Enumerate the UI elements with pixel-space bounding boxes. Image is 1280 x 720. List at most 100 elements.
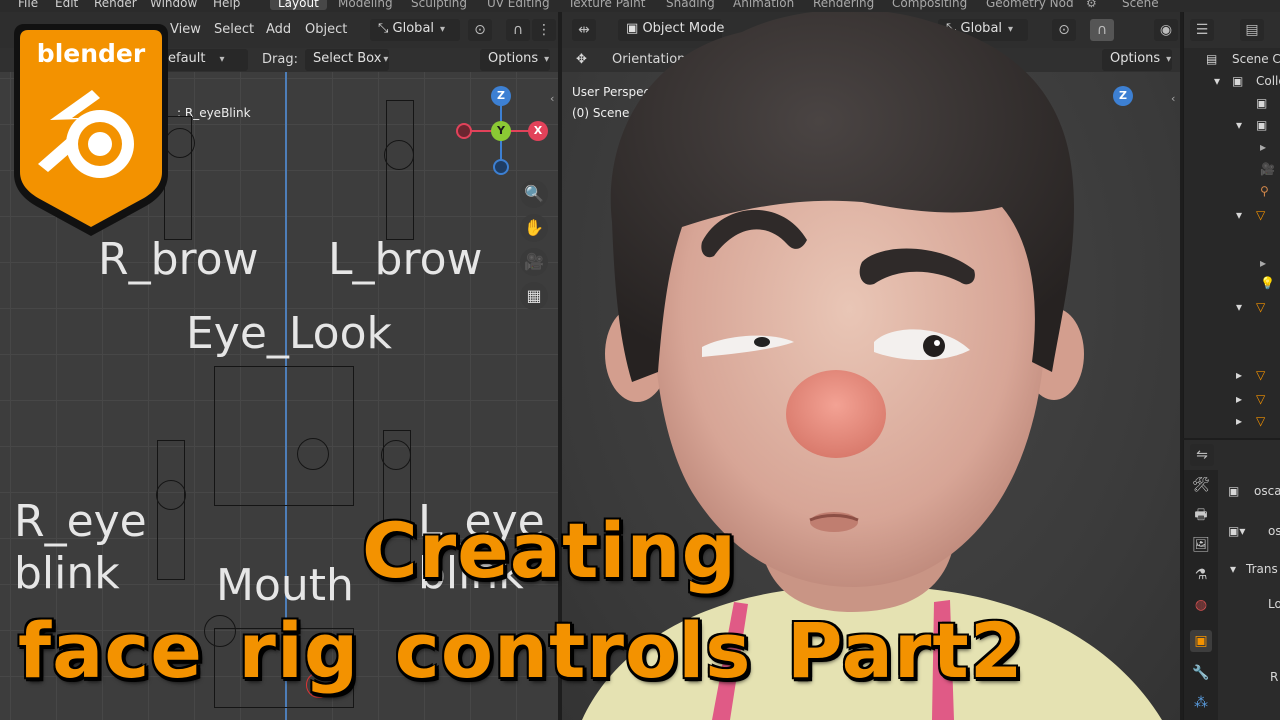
r-eye-blink-bone-frame bbox=[157, 440, 185, 580]
render-tab-icon[interactable]: 🖶 bbox=[1190, 504, 1212, 526]
collection-icon: ▣ bbox=[1256, 96, 1268, 110]
tool-tab-icon[interactable]: 🛠 bbox=[1190, 474, 1212, 496]
options-dropdown[interactable]: Options ▾ bbox=[480, 49, 550, 71]
zoom-icon[interactable]: 🔍 bbox=[520, 180, 548, 208]
gizmo-z-axis[interactable]: Z bbox=[491, 86, 511, 106]
location-label: Lo bbox=[1268, 597, 1280, 611]
menu-file[interactable]: File bbox=[18, 0, 38, 10]
expand-arrow-icon[interactable]: ▸ bbox=[1236, 392, 1242, 406]
camera-object-icon: 🎥 bbox=[1260, 162, 1275, 176]
outliner-header: ☰ ▤ bbox=[1184, 12, 1280, 48]
scene-collection-icon: ▤ bbox=[1206, 52, 1218, 66]
menu-render[interactable]: Render bbox=[94, 0, 137, 10]
expand-arrow-icon[interactable]: ▾ bbox=[1214, 74, 1220, 88]
collection-icon: ▣ bbox=[1256, 118, 1268, 132]
rotation-label: R bbox=[1270, 670, 1279, 684]
expand-arrow-icon[interactable]: ▾ bbox=[1236, 300, 1242, 314]
pivot-point-icon[interactable]: ⊙ bbox=[468, 19, 492, 41]
outliner-collection[interactable]: Colle bbox=[1256, 74, 1280, 88]
gizmo-neg-z-axis[interactable] bbox=[493, 159, 509, 175]
drag-label: Drag: bbox=[262, 52, 298, 67]
snap-options-icon[interactable]: ⋮ bbox=[532, 19, 556, 41]
camera-icon[interactable]: 🎥 bbox=[520, 248, 548, 276]
world-tab-icon[interactable]: ◍ bbox=[1190, 594, 1212, 616]
menu-window[interactable]: Window bbox=[150, 0, 197, 10]
expand-arrow-icon[interactable]: ▾ bbox=[1236, 118, 1242, 132]
menu-view[interactable]: View bbox=[170, 22, 201, 37]
scene-tab-icon[interactable]: ⚗ bbox=[1190, 564, 1212, 586]
expand-arrow-icon[interactable]: ▸ bbox=[1260, 140, 1266, 154]
tab-geometry-nodes[interactable]: Geometry Nod bbox=[986, 0, 1074, 10]
tab-uv-editing[interactable]: UV Editing bbox=[487, 0, 550, 10]
gizmo-neg-x-axis[interactable] bbox=[456, 123, 472, 139]
expand-arrow-icon[interactable]: ▸ bbox=[1236, 368, 1242, 382]
data-type-icon[interactable]: ▣▾ bbox=[1228, 524, 1245, 538]
expand-arrow-icon[interactable]: ▾ bbox=[1236, 208, 1242, 222]
tab-layout[interactable]: Layout bbox=[270, 0, 327, 10]
data-name-field[interactable]: os bbox=[1268, 524, 1280, 538]
eye-look-control[interactable] bbox=[297, 438, 329, 470]
tab-animation[interactable]: Animation bbox=[733, 0, 794, 10]
gizmo-x-axis[interactable]: X bbox=[528, 121, 548, 141]
expand-arrow-icon[interactable]: ▸ bbox=[1236, 414, 1242, 428]
logo-text: blender bbox=[37, 39, 146, 68]
chevron-down-icon: ▾ bbox=[383, 54, 389, 65]
scene-icon[interactable]: ⚙ bbox=[1086, 0, 1097, 10]
mesh-object-icon: ▽ bbox=[1256, 414, 1266, 428]
properties-editor-icon[interactable]: ⇋ bbox=[1190, 444, 1214, 466]
mesh-object-icon: ▽ bbox=[1256, 300, 1266, 314]
menu-edit[interactable]: Edit bbox=[55, 0, 78, 10]
chevron-down-icon: ▾ bbox=[440, 24, 446, 35]
tab-sculpting[interactable]: Sculpting bbox=[411, 0, 467, 10]
properties-tabs: 🛠 🖶 🖼 ⚗ ◍ ▣ 🔧 ⁂ bbox=[1184, 470, 1218, 720]
grid-icon[interactable]: ▦ bbox=[520, 282, 548, 310]
modifier-tab-icon[interactable]: 🔧 bbox=[1190, 662, 1212, 684]
tab-texture-paint[interactable]: Texture Paint bbox=[568, 0, 645, 10]
output-tab-icon[interactable]: 🖼 bbox=[1190, 534, 1212, 556]
expand-arrow-icon[interactable]: ▸ bbox=[1260, 256, 1266, 270]
title-line-2: face rig controls Part2 bbox=[18, 606, 1024, 695]
scene-selector[interactable]: Scene bbox=[1122, 0, 1159, 10]
tab-rendering[interactable]: Rendering bbox=[813, 0, 874, 10]
gizmo-y-axis[interactable]: Y bbox=[491, 121, 511, 141]
collapse-left-icon[interactable]: ‹ bbox=[550, 92, 554, 105]
r-blink-label: blink bbox=[14, 548, 120, 599]
eye-look-label: Eye_Look bbox=[186, 308, 392, 359]
chevron-down-icon: ▾ bbox=[219, 54, 225, 65]
armature-icon: ⚲ bbox=[1260, 184, 1269, 198]
r-eye-label: R_eye bbox=[14, 496, 147, 547]
pan-hand-icon[interactable]: ✋ bbox=[520, 214, 548, 242]
title-line-1: Creating bbox=[362, 506, 737, 595]
tab-compositing[interactable]: Compositing bbox=[892, 0, 967, 10]
menu-select[interactable]: Select bbox=[214, 22, 254, 37]
chevron-down-icon: ▾ bbox=[544, 54, 550, 65]
particles-tab-icon[interactable]: ⁂ bbox=[1190, 692, 1212, 714]
menu-object[interactable]: Object bbox=[305, 22, 347, 37]
outliner-panel[interactable]: ☰ ▤ ▤ Scene C ▾ ▣ Colle ▣ ▾ ▣ ▸ 🎥 ⚲ ▾ ▽ … bbox=[1183, 12, 1280, 438]
menu-add[interactable]: Add bbox=[266, 22, 291, 37]
eye-look-bone-frame bbox=[214, 366, 354, 506]
mesh-object-icon: ▽ bbox=[1256, 392, 1266, 406]
tab-shading[interactable]: Shading bbox=[666, 0, 715, 10]
expand-arrow-icon[interactable]: ▾ bbox=[1230, 562, 1236, 576]
object-name-field[interactable]: osca bbox=[1254, 484, 1280, 498]
transform-orientation-dropdown[interactable]: ⤡ Global ▾ bbox=[370, 19, 460, 41]
outliner-editor-icon[interactable]: ☰ bbox=[1190, 19, 1214, 41]
mesh-object-icon: ▽ bbox=[1256, 208, 1266, 222]
outliner-scene-collection[interactable]: Scene C bbox=[1232, 52, 1280, 66]
object-tab-icon[interactable]: ▣ bbox=[1190, 630, 1212, 652]
snap-magnet-icon[interactable]: ∩ bbox=[506, 19, 530, 41]
l-brow-control[interactable] bbox=[384, 140, 414, 170]
top-menu-bar: File Edit Render Window Help Layout Mode… bbox=[0, 0, 1280, 12]
l-brow-bone-frame bbox=[386, 100, 414, 240]
r-eye-blink-control[interactable] bbox=[156, 480, 186, 510]
collection-icon: ▣ bbox=[1232, 74, 1244, 88]
transform-section-header[interactable]: Trans bbox=[1246, 562, 1278, 576]
drag-select-dropdown[interactable]: Select Box ▾ bbox=[305, 49, 389, 71]
light-object-icon: 💡 bbox=[1260, 276, 1275, 290]
tab-modeling[interactable]: Modeling bbox=[338, 0, 393, 10]
properties-panel[interactable]: ⇋ 🛠 🖶 🖼 ⚗ ◍ ▣ 🔧 ⁂ ▣ osca ▣▾ os ▾ Trans L… bbox=[1183, 440, 1280, 720]
l-eye-blink-control[interactable] bbox=[381, 440, 411, 470]
display-mode-icon[interactable]: ▤ bbox=[1240, 19, 1264, 41]
menu-help[interactable]: Help bbox=[213, 0, 240, 10]
